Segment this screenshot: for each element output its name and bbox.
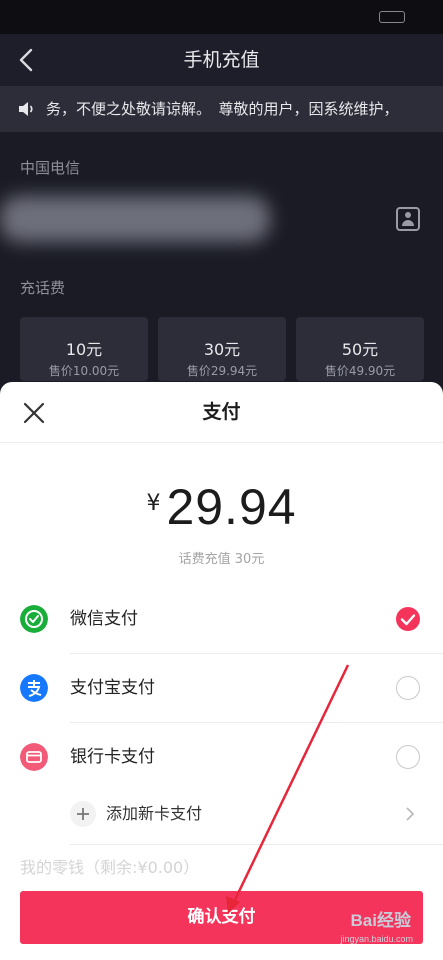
phone-number-input-blurred[interactable] [0, 196, 270, 242]
alipay-icon [20, 674, 48, 702]
wallet-balance-row[interactable]: 我的零钱（剩余:¥0.00） [20, 854, 199, 878]
payment-sheet: 支付 ¥29.94 话费充值 30元 微信支付 支付宝支付 银行卡支付 添加新卡… [0, 382, 443, 960]
page-title: 手机充值 [183, 49, 260, 71]
radio-unchecked[interactable] [396, 676, 420, 700]
amount-price: 售价49.90元 [324, 364, 396, 378]
contact-book-icon[interactable] [396, 207, 420, 231]
amount-card-30[interactable]: 30元 售价29.94元 [158, 317, 286, 381]
amount-card-50[interactable]: 50元 售价49.90元 [296, 317, 424, 381]
payment-method-label: 银行卡支付 [70, 747, 155, 767]
amount-label: 50元 [341, 340, 379, 359]
add-new-card-row[interactable]: 添加新卡支付 [70, 784, 443, 844]
notice-bar: 务，不便之处敬请谅解。 尊敬的用户，因系统维护， [0, 86, 443, 132]
price-subtitle: 话费充值 30元 [178, 552, 265, 567]
status-bar [0, 0, 443, 34]
amount-label: 30元 [203, 340, 241, 359]
checkmark-icon [400, 614, 416, 626]
baidu-jingyan-watermark: Bai经验 [350, 911, 411, 930]
recharge-section-title: 充话费 [20, 279, 66, 297]
currency-symbol: ¥ [146, 491, 161, 516]
payment-method-label: 微信支付 [70, 609, 138, 629]
sheet-header: 支付 [0, 382, 443, 443]
wechat-pay-icon [20, 605, 48, 633]
amount-price: 售价10.00元 [48, 364, 120, 378]
watermark-url: jingyan.baidu.com [340, 934, 413, 944]
plus-icon [70, 801, 96, 827]
radio-checked[interactable] [396, 607, 420, 631]
bank-card-icon [20, 743, 48, 771]
battery-icon [379, 11, 405, 23]
sheet-title: 支付 [202, 401, 241, 423]
radio-unchecked[interactable] [396, 745, 420, 769]
price-display: ¥29.94 [0, 478, 443, 536]
price-value: 29.94 [166, 479, 297, 535]
nav-bar: 手机充值 [0, 34, 443, 86]
add-card-label: 添加新卡支付 [106, 804, 203, 823]
payment-method-bank-card[interactable]: 银行卡支付 [0, 723, 443, 791]
payment-method-alipay[interactable]: 支付宝支付 [0, 654, 443, 722]
divider [70, 844, 443, 845]
notice-text: 务，不便之处敬请谅解。 尊敬的用户，因系统维护， [46, 100, 399, 118]
amount-label: 10元 [65, 340, 103, 359]
amount-price: 售价29.94元 [186, 364, 258, 378]
chevron-right-icon [406, 807, 415, 821]
amount-card-10[interactable]: 10元 售价10.00元 [20, 317, 148, 381]
payment-method-wechat[interactable]: 微信支付 [0, 585, 443, 653]
carrier-label: 中国电信 [20, 159, 81, 177]
speaker-icon [19, 102, 33, 116]
payment-method-label: 支付宝支付 [70, 678, 155, 698]
